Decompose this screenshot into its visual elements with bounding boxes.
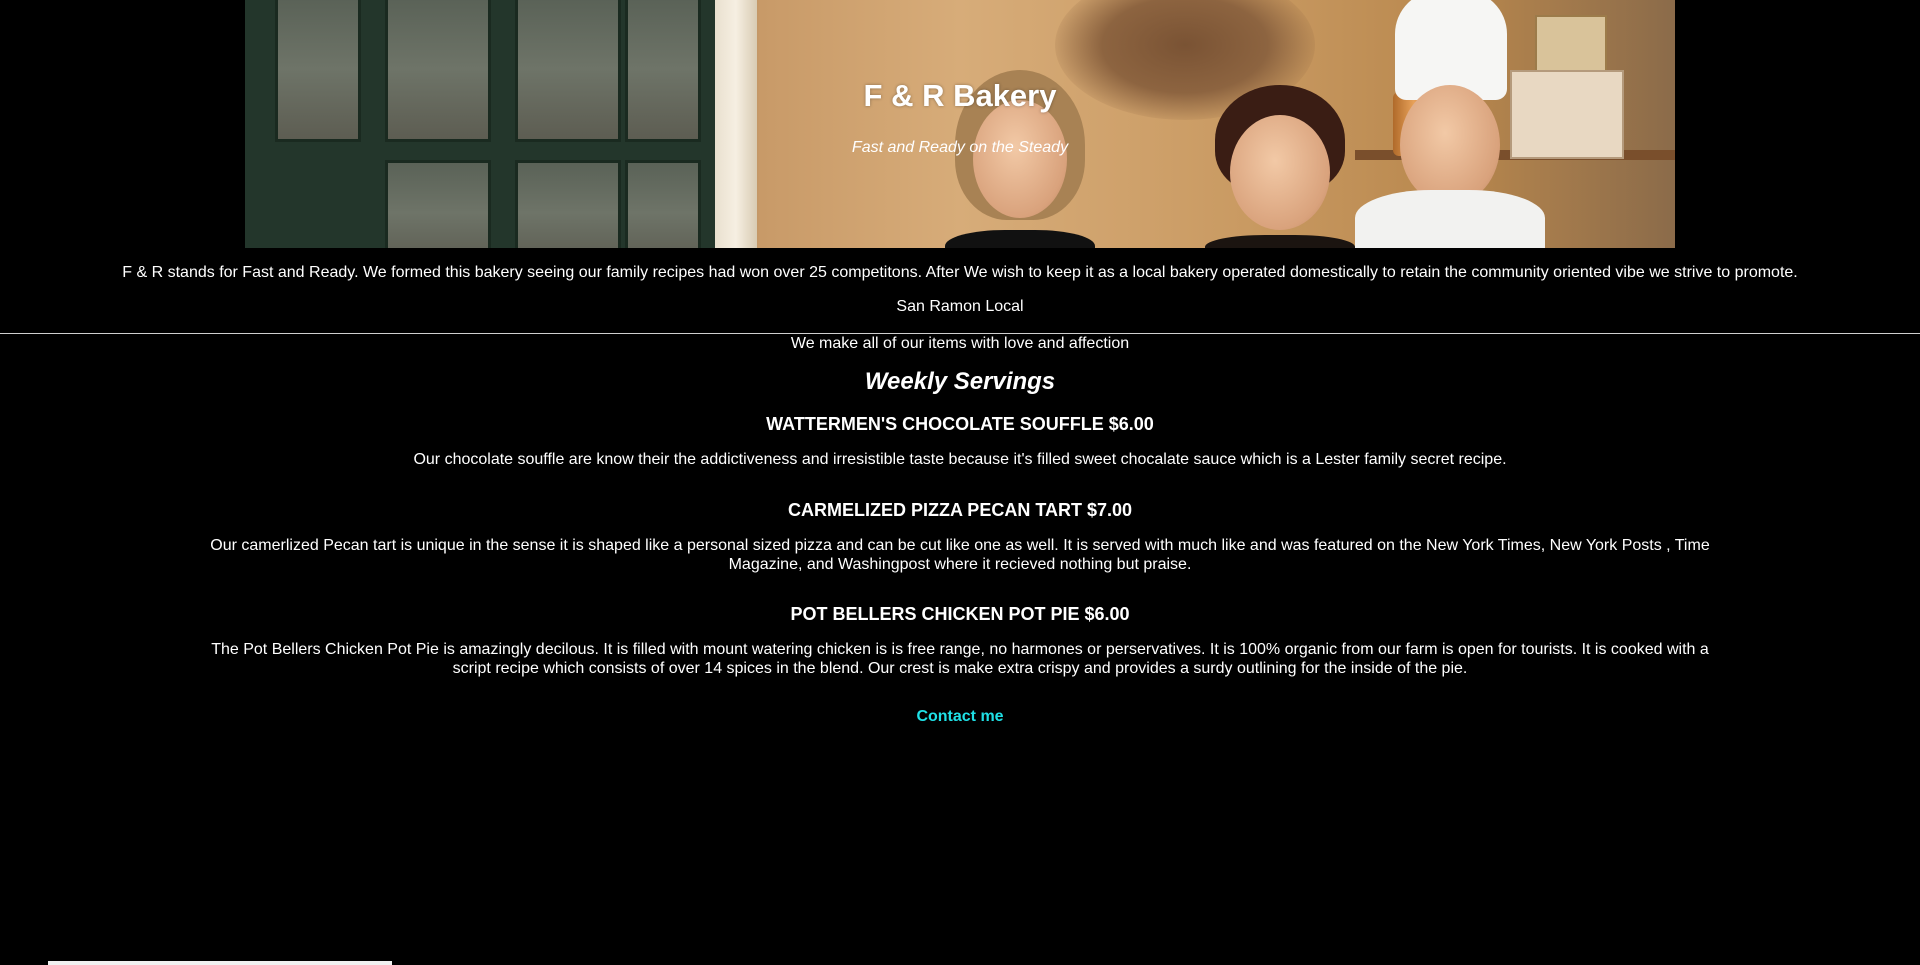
page: F & R Bakery Fast and Ready on the Stead… <box>0 0 1920 965</box>
love-line: We make all of our items with love and a… <box>790 335 1130 352</box>
hero-door-frame <box>715 0 757 248</box>
menu-item-description: The Pot Bellers Chicken Pot Pie is amazi… <box>211 641 1709 677</box>
hero-person-chef <box>1355 0 1545 248</box>
bottom-scroll-bar[interactable] <box>48 961 392 965</box>
menu-item-description: Our camerlized Pecan tart is unique in t… <box>210 537 1710 573</box>
section-title: Weekly Servings <box>864 368 1056 395</box>
page-title: F & R Bakery <box>863 78 1057 113</box>
intro-text: F & R stands for Fast and Ready. We form… <box>122 264 1798 281</box>
menu-item-title: CARMELIZED PIZZA PECAN TART $7.00 <box>787 500 1133 520</box>
hero-window-pane <box>515 0 621 142</box>
contact-link[interactable]: Contact me <box>0 708 1920 726</box>
hero-window-pane <box>275 0 361 142</box>
page-tagline: Fast and Ready on the Steady <box>851 139 1069 156</box>
hero-banner: F & R Bakery Fast and Ready on the Stead… <box>245 0 1675 248</box>
hero-window-pane <box>515 160 621 248</box>
hero-window-pane <box>385 0 491 142</box>
location-text: San Ramon Local <box>896 298 1024 315</box>
menu-item-description: Our chocolate souffle are know their the… <box>413 451 1507 468</box>
menu-item-title: WATTERMEN'S CHOCOLATE SOUFFLE $6.00 <box>766 414 1154 434</box>
menu-item-title: POT BELLERS CHICKEN POT PIE $6.00 <box>790 604 1130 624</box>
divider <box>0 333 1920 334</box>
hero-window-pane <box>625 0 701 142</box>
hero-window-pane <box>625 160 701 248</box>
hero-window-pane <box>385 160 491 248</box>
